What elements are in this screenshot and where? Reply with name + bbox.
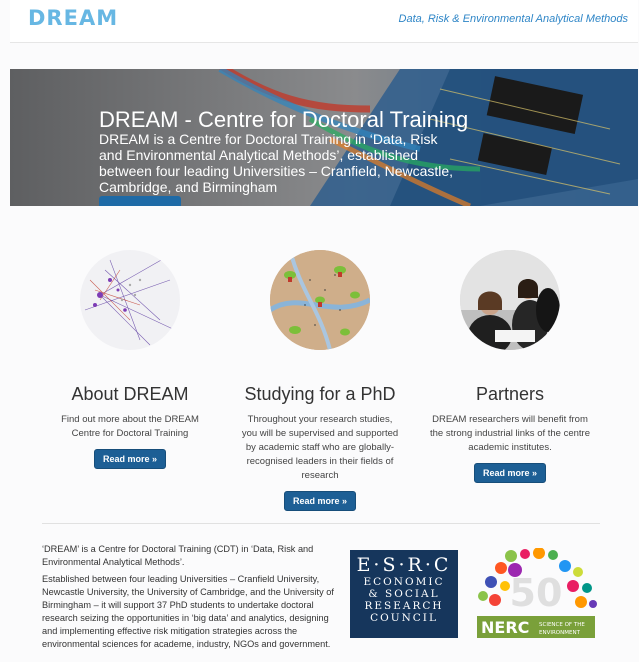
hero-title: DREAM - Centre for Doctoral Training: [99, 107, 469, 132]
about-title: About DREAM: [71, 384, 189, 404]
esrc-logo[interactable]: E·S·R·C ECONOMIC & SOCIAL RESEARCH COUNC…: [350, 550, 458, 638]
nerc-logo[interactable]: 50 NERC SCIENCE OF THE ENVIRONMENT: [473, 547, 598, 640]
phd-title: Studying for a PhD: [244, 384, 396, 404]
hero-banner: DREAM - Centre for Doctoral Training DRE…: [10, 69, 638, 206]
about-read-more-button[interactable]: Read more »: [93, 449, 167, 469]
column-about: About DREAM Find out more about the DREA…: [50, 250, 210, 469]
about-paragraph-1: ‘DREAM’ is a Centre for Doctoral Trainin…: [42, 544, 314, 567]
site-tagline: Data, Risk & Environmental Analytical Me…: [398, 13, 628, 25]
phd-text: Throughout your research studies, you wi…: [241, 414, 399, 481]
page: DREAM Data, Risk & Environmental Analyti…: [0, 0, 639, 662]
esrc-line-1: ECONOMIC: [363, 576, 445, 588]
nerc-name: NERC: [481, 618, 529, 637]
esrc-letters: E·S·R·C: [356, 554, 452, 576]
business-people-image: [460, 250, 560, 350]
about-paragraph-2: Established between four leading Univers…: [42, 574, 334, 649]
nerc-sub-1: SCIENCE OF THE: [539, 622, 585, 628]
nerc-number: 50: [510, 571, 563, 615]
site-logo[interactable]: DREAM: [28, 6, 118, 30]
hero-description: DREAM is a Centre for Doctoral Training …: [99, 131, 454, 195]
hero-button[interactable]: [99, 196, 181, 206]
map-illustration-image: [270, 250, 370, 350]
partners-read-more-button[interactable]: Read more »: [473, 463, 547, 483]
phd-read-more-button[interactable]: Read more »: [283, 491, 357, 511]
site-header: DREAM Data, Risk & Environmental Analyti…: [10, 0, 638, 43]
about-text: Find out more about the DREAM Centre for…: [61, 414, 199, 439]
section-divider: [42, 523, 600, 524]
partners-title: Partners: [475, 384, 545, 404]
esrc-line-3: RESEARCH: [364, 600, 444, 612]
about-section: ‘DREAM’ is a Centre for Doctoral Trainin…: [42, 543, 334, 655]
column-partners: Partners DREAM researchers will benefit …: [430, 250, 590, 483]
esrc-line-4: COUNCIL: [370, 612, 438, 624]
nerc-sub-2: ENVIRONMENT: [539, 630, 581, 636]
network-graph-image: [80, 250, 180, 350]
esrc-line-2: & SOCIAL: [368, 588, 440, 600]
column-phd: Studying for a PhD Throughout your resea…: [240, 250, 400, 511]
partners-text: DREAM researchers will benefit from the …: [430, 414, 591, 453]
